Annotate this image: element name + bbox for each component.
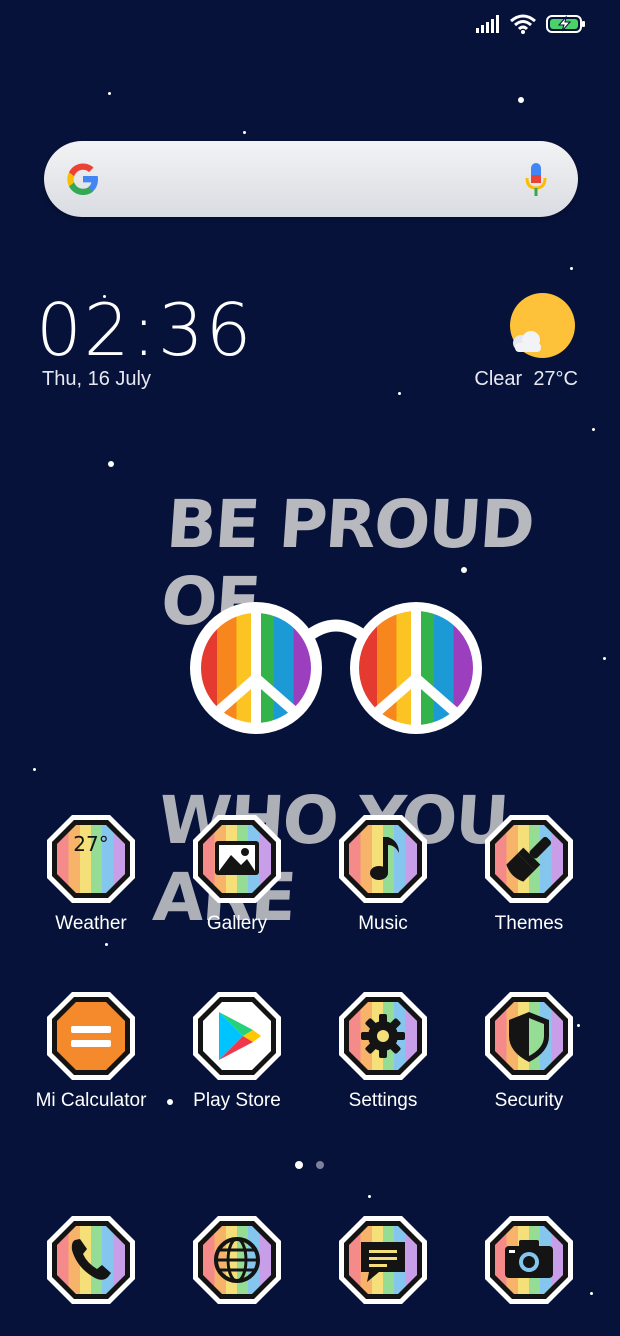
app-themes[interactable]: Themes: [469, 813, 589, 935]
app-weather[interactable]: 27° Weather: [31, 813, 151, 935]
cloud-icon: [513, 331, 541, 352]
star-decoration: [33, 768, 36, 771]
app-gallery[interactable]: Gallery: [177, 813, 297, 935]
clock-date[interactable]: Thu, 16 July: [42, 368, 151, 391]
weather-summary[interactable]: Clear 27°C: [474, 368, 578, 391]
weather-condition: Clear: [474, 368, 523, 390]
peace-glasses-illustration: [190, 602, 482, 734]
star-decoration: [590, 1292, 593, 1295]
wifi-icon: [510, 14, 536, 34]
app-security[interactable]: Security: [469, 990, 589, 1112]
page-indicator-inactive[interactable]: [316, 1161, 324, 1169]
gallery-icon: [191, 813, 283, 905]
star-decoration: [105, 943, 108, 946]
play-store-icon: [193, 992, 281, 1080]
app-label: Mi Calculator: [35, 1090, 147, 1111]
app-label: Themes: [494, 913, 564, 934]
star-decoration: [368, 1195, 371, 1198]
microphone-icon[interactable]: [524, 161, 548, 199]
dock-messages[interactable]: [323, 1214, 443, 1306]
phone-icon: [45, 1214, 137, 1306]
app-label: Settings: [348, 1090, 418, 1111]
music-note-icon: [337, 813, 429, 905]
star-decoration: [603, 657, 606, 660]
app-label: Play Store: [193, 1090, 281, 1111]
star-decoration: [398, 392, 401, 395]
app-mi-calculator[interactable]: Mi Calculator: [31, 990, 151, 1112]
star-decoration: [108, 461, 114, 467]
signal-icon: [476, 15, 499, 33]
calculator-icon: [47, 992, 135, 1080]
app-play-store[interactable]: Play Store: [177, 990, 297, 1112]
google-search-bar[interactable]: [44, 141, 578, 217]
dock-browser[interactable]: [177, 1214, 297, 1306]
app-label: Weather: [55, 913, 127, 934]
shield-icon: [483, 990, 575, 1082]
page-indicator-active[interactable]: [295, 1161, 303, 1169]
star-decoration: [570, 267, 573, 270]
weather-app-icon: 27°: [45, 813, 137, 905]
star-decoration: [108, 92, 111, 95]
app-label: Security: [494, 1090, 564, 1111]
star-decoration: [592, 428, 595, 431]
star-decoration: [167, 1099, 173, 1105]
messages-icon: [337, 1214, 429, 1306]
app-music[interactable]: Music: [323, 813, 443, 935]
weather-badge: 27°: [73, 832, 108, 856]
gear-icon: [337, 990, 429, 1082]
app-label: Music: [358, 913, 408, 934]
star-decoration: [243, 131, 246, 134]
google-g-icon: [67, 163, 98, 195]
clock-time[interactable]: 02:36: [36, 288, 254, 372]
browser-icon: [191, 1214, 283, 1306]
status-bar: [476, 14, 586, 34]
battery-charging-icon: [546, 15, 585, 33]
star-decoration: [518, 97, 524, 103]
dock-phone[interactable]: [31, 1214, 151, 1306]
app-settings[interactable]: Settings: [323, 990, 443, 1112]
camera-icon: [483, 1214, 575, 1306]
paintbrush-icon: [483, 813, 575, 905]
dock-camera[interactable]: [469, 1214, 589, 1306]
app-label: Gallery: [206, 913, 268, 934]
weather-temperature: 27°C: [533, 368, 578, 390]
